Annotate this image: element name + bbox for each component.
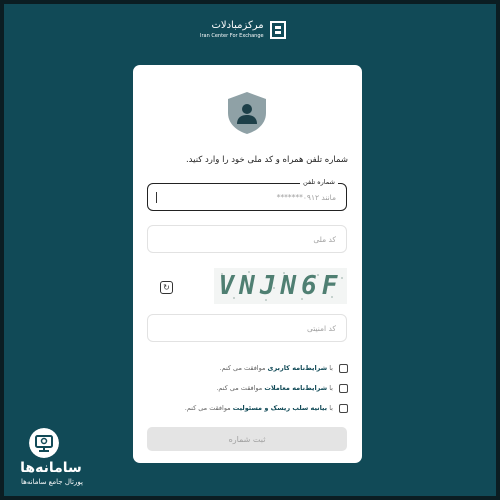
user-terms-link[interactable]: شرایط‌نامه کاربری — [268, 364, 328, 372]
monitor-search-icon — [29, 428, 59, 458]
phone-input[interactable] — [148, 184, 346, 210]
national-id-field — [147, 225, 347, 253]
agreement-prefix: با — [329, 384, 333, 392]
logo-title-fa: مرکزمبادلات — [211, 20, 264, 31]
watermark-title: سامانه‌ها — [20, 460, 82, 476]
phone-label: شماره تلفن — [300, 178, 338, 186]
agreement-label: با بیانیه سلب ریسک و مسئولیت موافقت می ک… — [185, 404, 333, 412]
captcha-row: ↻ VNJN6F — [147, 268, 347, 304]
agreement-prefix: با — [329, 364, 333, 372]
captcha-text: VNJN6F — [218, 271, 343, 301]
submit-phone-button[interactable]: ثبت شماره — [147, 427, 347, 451]
security-code-field — [147, 314, 347, 342]
user-terms-checkbox[interactable] — [339, 363, 348, 373]
phone-field: شماره تلفن — [147, 178, 347, 211]
agreement-risk-disclaimer: با بیانیه سلب ریسک و مسئولیت موافقت می ک… — [138, 398, 348, 418]
user-shield-icon — [228, 92, 266, 134]
risk-disclaimer-checkbox[interactable] — [339, 403, 348, 413]
national-id-input[interactable] — [148, 226, 346, 252]
site-logo: مرکزمبادلات Iran Center For Exchange — [200, 14, 310, 46]
watermark-logo: سامانه‌ها پورتال جامع سامانه‌ها — [12, 428, 92, 492]
agreement-label: با شرایط‌نامه معاملات موافقت می کنم. — [216, 384, 333, 392]
captcha-refresh-button[interactable]: ↻ — [160, 281, 173, 294]
watermark-subtitle: پورتال جامع سامانه‌ها — [21, 478, 83, 486]
trade-terms-link[interactable]: شرایط‌نامه معاملات — [264, 384, 327, 392]
agreement-prefix: با — [329, 404, 333, 412]
trade-terms-checkbox[interactable] — [339, 383, 348, 393]
captcha-image: VNJN6F — [214, 268, 347, 304]
agreement-user-terms: با شرایط‌نامه کاربری موافقت می کنم. — [138, 358, 348, 378]
agreement-list: با شرایط‌نامه کاربری موافقت می کنم. با ش… — [138, 358, 348, 418]
agreement-suffix: موافقت می کنم. — [184, 404, 231, 412]
risk-disclaimer-link[interactable]: بیانیه سلب ریسک و مسئولیت — [233, 404, 327, 412]
text-cursor — [156, 192, 157, 203]
form-instruction: شماره تلفن همراه و کد ملی خود را وارد کن… — [185, 155, 348, 165]
security-code-input[interactable] — [148, 315, 346, 341]
logo-title-en: Iran Center For Exchange — [200, 33, 264, 39]
refresh-icon: ↻ — [163, 282, 170, 292]
login-card: شماره تلفن همراه و کد ملی خود را وارد کن… — [133, 65, 362, 463]
agreement-suffix: موافقت می کنم. — [219, 364, 266, 372]
logo-mark-icon — [269, 21, 286, 39]
logo-text: مرکزمبادلات Iran Center For Exchange — [200, 20, 264, 40]
agreement-suffix: موافقت می کنم. — [216, 384, 263, 392]
agreement-trade-terms: با شرایط‌نامه معاملات موافقت می کنم. — [138, 378, 348, 398]
agreement-label: با شرایط‌نامه کاربری موافقت می کنم. — [220, 364, 333, 372]
